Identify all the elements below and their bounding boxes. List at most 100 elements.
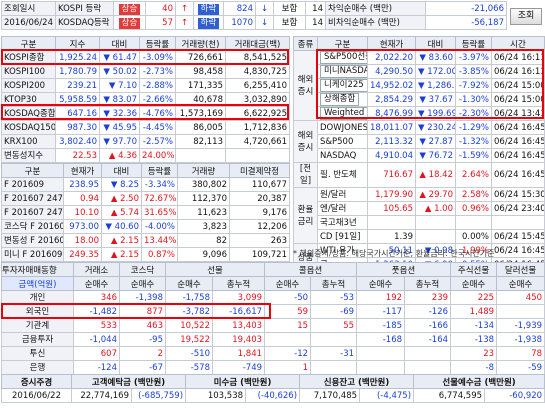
world-item-value: -1.29% (455, 120, 492, 135)
footer-value: 7,170,485 (299, 388, 361, 403)
investor-value: -1,938 (496, 332, 545, 347)
world-item-value: 06/24 15:00 (491, 78, 545, 93)
investor-row[interactable]: 기관계 533 463 10,522 13,403 15 55 -185 -166 -134 -1,… (1, 318, 545, 333)
investor-row[interactable]: 개인 346 -1,398 -1,758 3,099 -50 -53 192 239 225 450 (1, 290, 545, 305)
investor-value: 15 (264, 318, 312, 333)
world-row[interactable]: CD [91일] 1.39 0.00% 06/24 15:45 (294, 229, 545, 244)
futures-row[interactable]: 코스닥 F 201609973.00▼ 40.60-4.00%3,82312,2… (1, 219, 290, 234)
index-row[interactable]: KOSDAQ150 987.30 ▼ 45.95 -4.45% 86,005 1,712,… (1, 120, 290, 135)
investor-value: -578 (165, 360, 213, 375)
world-item-value: 14,952.02 (367, 78, 416, 93)
up-arrow-icon: ↑ (175, 1, 194, 16)
index-row[interactable]: KOSPI200 239.21 ▼ 7.10 -2.88% 171,335 6,255,4… (1, 78, 290, 93)
futures-row[interactable]: F 201607 247.510.10▲ 5.7431.65%11,6239,1… (1, 205, 290, 220)
index-value: 239.21 (55, 78, 100, 93)
world-item-label: 상해종합 (320, 93, 360, 106)
futures-row[interactable]: 미니 F 201609 249.35 ▲ 2.15 0.87% 9,096 109,721 (1, 247, 290, 262)
unit-label: 금액(억원) (1, 276, 74, 291)
index-row[interactable]: KRX100 3,802.40 ▼ 97.70 -2.57% 82,113 4,720,6… (1, 134, 290, 149)
futures-value: 3,823 (177, 219, 230, 234)
investor-value: -164 (404, 332, 452, 347)
investor-row[interactable]: 외국인 -1,482 877 -3,782 -16,617 59 -69 -117 -126 1,… (1, 304, 545, 319)
investor-value: 1,489 (450, 304, 498, 319)
index-row[interactable]: KTOP30 5,958.59 ▼ 83.07 -2.66% 40,678 3,032,8… (1, 92, 290, 107)
world-row[interactable]: NASDAQ 4,910.04 ▼ 76.72 -1.59% 06/24 16:45 (294, 148, 545, 163)
world-row[interactable]: 국고채3년 (294, 215, 545, 230)
column-group-header: 주식선물 (450, 262, 498, 277)
investor-value (356, 346, 406, 361)
index-value: ▼ 83.07 (99, 92, 140, 107)
column-group-header: 콜옵션 (264, 262, 358, 277)
investor-value: -53 (310, 290, 358, 305)
investor-value: -8 (450, 360, 498, 375)
world-item-value: 2,113.32 (367, 134, 416, 149)
footer-header: 미수금 (백만원) (185, 374, 301, 389)
index-row[interactable]: 변동성지수 22.53 ▲ 4.36 24.00% (1, 148, 290, 163)
world-row[interactable]: [전일] 필. 반도체 716.67 ▲ 18.42 2.64% 06/24 16:45 (293, 162, 545, 188)
world-row[interactable]: 엔/달러 105.65 ▲ 1.00 0.96% 06/24 23:40 (294, 201, 545, 216)
investor-row[interactable]: 은행 -124 -67 -578 -749 1 -8 -59 (1, 360, 545, 375)
world-row[interactable]: 미니NASDAQ4,290.50▼ 172.00-3.85%06/24 16:1… (294, 64, 545, 79)
column-header: 총누적 (404, 276, 452, 291)
investor-type: 외국인 (1, 304, 74, 319)
world-row[interactable]: 해외 증시 DOWJONES 18,011.07 ▼ 230.24 -1.29% 06/2… (293, 120, 545, 163)
world-item-value: ▼ 1,286.33 (415, 78, 456, 93)
world-row[interactable]: 상해종합 2,854.29 ▼ 37.67 -1.30% 06/24 15:00 (294, 92, 545, 107)
futures-row[interactable]: 변동성 F 20160718.00▲ 2.1513.44%82263 (1, 233, 290, 248)
world-item-value: 716.67 (367, 162, 416, 188)
investor-value: 19,403 (211, 332, 266, 347)
flat-count: 14 (305, 1, 326, 16)
column-header: 대비 (101, 163, 142, 178)
world-row[interactable]: 환율 금리 원/달러 1,179.90 ▲ 29.70 2.58% 06/24 15:30 (293, 187, 545, 244)
world-item-value: -2.30% (455, 106, 492, 121)
column-header: 대비 (99, 36, 140, 51)
investor-value: 877 (119, 304, 166, 319)
index-value: 98,458 (175, 64, 226, 79)
investor-value (356, 360, 406, 375)
world-item-value: 06/24 16:45 (491, 120, 545, 135)
index-row[interactable]: KOSPI종합 1,925.24 ▼ 61.47 -3.09% 726,661 8,541… (1, 50, 290, 65)
investor-row[interactable]: 금융투자 -1,044 -95 19,522 19,403 -168 -164 -138 -1,… (1, 332, 545, 347)
world-row[interactable]: S&P500 2,113.32 ▼ 27.87 -1.32% 06/24 16:45 (294, 134, 545, 149)
futures-row[interactable]: F 201609 238.95 ▼ 8.25 -3.34% 380,802 110,677 (1, 177, 290, 192)
world-item-name: DOWJONES (317, 120, 368, 135)
index-row[interactable]: KOSPI100 1,780.79 ▼ 50.02 -2.73% 98,458 4,830… (1, 64, 290, 79)
investor-row[interactable]: 투신 607 2 -510 1,841 -12 -31 23 78 (1, 346, 545, 361)
investor-value (264, 332, 312, 347)
down-badge: 하락 (197, 17, 220, 29)
futures-row[interactable]: F 201607 247.50.94▲ 2.5072.67%112,37020,… (1, 191, 290, 206)
flat-count: 14 (305, 15, 326, 30)
column-header: 거래량(천) (175, 36, 226, 51)
world-row[interactable]: 해외 증시S&P500선물2,022.20▼ 83.60-3.97%06/24 … (293, 50, 545, 121)
futures-value: 110,677 (229, 177, 290, 192)
index-value: 647.16 (55, 106, 100, 121)
index-row[interactable]: KOSDAQ종합 647.16 ▼ 32.36 -4.76% 1,573,169 6,62… (1, 106, 290, 121)
world-item-name: 니케이225 (317, 78, 368, 93)
world-row[interactable]: Weighted 8,476.99 ▼ 199.69 -2.30% 06/24 13:4… (294, 106, 545, 121)
index-value: 82,113 (175, 134, 226, 149)
investor-value: 10,522 (165, 318, 213, 333)
investor-value: -166 (404, 318, 452, 333)
column-header: 총누적 (310, 276, 358, 291)
column-header: 지수 (55, 36, 100, 51)
world-group-label: 해외 증시 (293, 50, 318, 121)
world-row[interactable]: 니케이22514,952.02▼ 1,286.33-7.92%06/24 15:… (294, 78, 545, 93)
investor-value: -185 (356, 318, 406, 333)
investor-value: -138 (450, 332, 498, 347)
futures-value: 380,802 (177, 177, 230, 192)
column-header: 순매수 (264, 276, 312, 291)
arbitrage-label: 차익순매수 (백만) (325, 1, 426, 16)
footer-change: (-40,626) (245, 388, 301, 403)
index-value: 24.00% (139, 148, 176, 163)
world-item-value: ▼ 27.87 (415, 134, 456, 149)
investor-type: 금융투자 (1, 332, 74, 347)
query-button[interactable]: 조회 (510, 8, 542, 25)
world-item-value: 06/24 16:45 (491, 148, 545, 163)
futures-value: 31.65% (141, 205, 178, 220)
world-item-label: Weighted (320, 107, 367, 120)
column-header: 종류 (293, 36, 318, 51)
futures-value: 18.00 (63, 233, 102, 248)
index-value: 40,678 (175, 92, 226, 107)
world-item-value: 06/24 15:00 (491, 92, 545, 107)
world-item-value: -1.30% (455, 92, 492, 107)
